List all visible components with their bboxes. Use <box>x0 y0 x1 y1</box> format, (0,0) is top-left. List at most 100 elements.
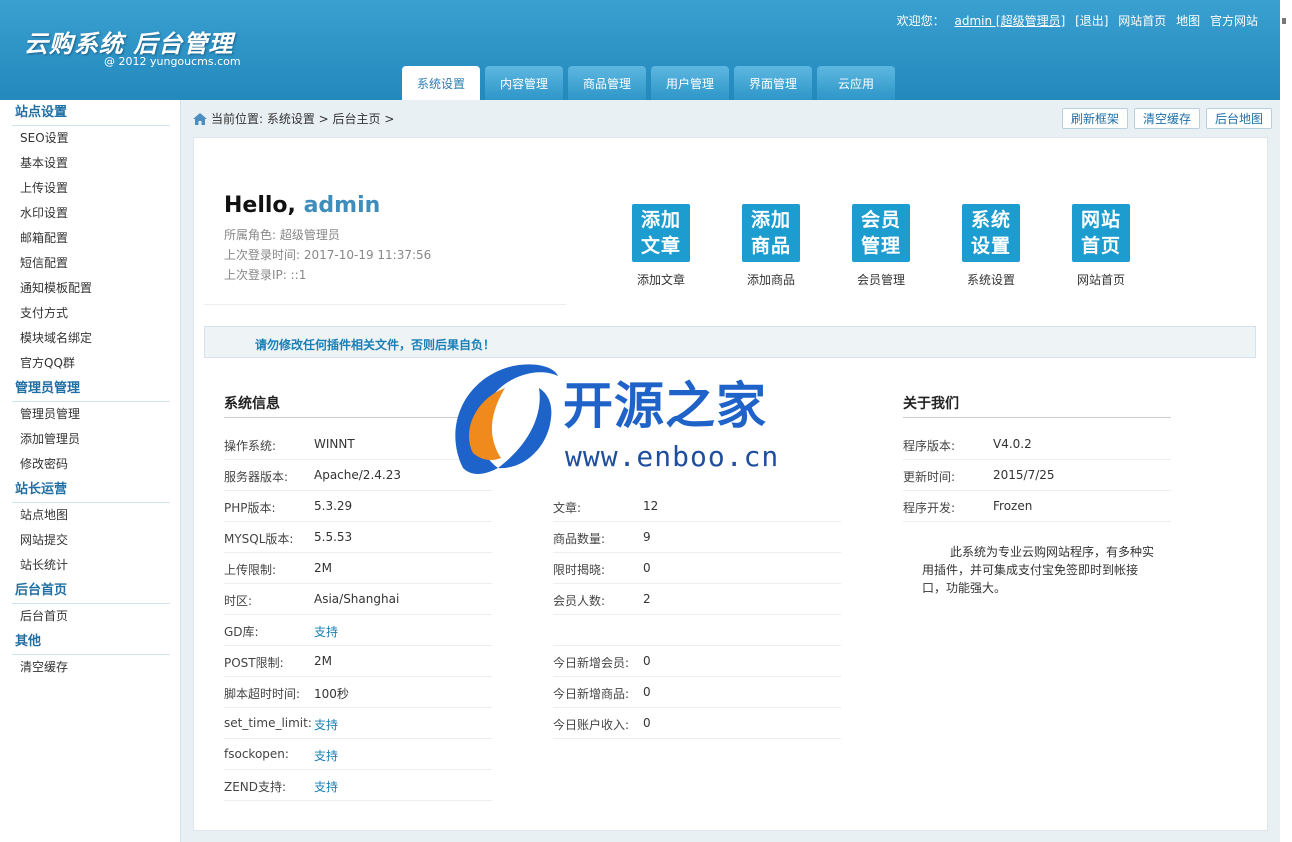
sidebar-item-sms[interactable]: 短信配置 <box>12 251 170 276</box>
sidebar-item-payment[interactable]: 支付方式 <box>12 301 170 326</box>
main-tabs: 系统设置 内容管理 商品管理 用户管理 界面管理 云应用 <box>402 66 900 100</box>
sidebar-item-notify-template[interactable]: 通知模板配置 <box>12 276 170 301</box>
system-settings-icon: 系统 设置 <box>962 204 1020 262</box>
divider <box>204 304 566 305</box>
dashboard-panel: Hello, admin 所属角色: 超级管理员 上次登录时间: 2017-10… <box>193 137 1268 831</box>
sidebar-item-basic[interactable]: 基本设置 <box>12 151 170 176</box>
info-key: 限时揭晓: <box>553 563 606 577</box>
quick-add-goods[interactable]: 添加 商品 添加商品 <box>716 204 826 288</box>
tab-content-management[interactable]: 内容管理 <box>485 66 563 100</box>
hello-username: admin <box>303 193 381 218</box>
info-value: 2M <box>314 561 332 575</box>
info-row: 会员人数: 2 <box>553 583 841 615</box>
info-key: 文章: <box>553 501 582 515</box>
tab-user-management[interactable]: 用户管理 <box>651 66 729 100</box>
quick-label: 网站首页 <box>1076 273 1125 287</box>
logout-link[interactable]: [退出] <box>1075 14 1108 28</box>
sidebar-item-upload[interactable]: 上传设置 <box>12 176 170 201</box>
quick-member-management[interactable]: 会员 管理 会员管理 <box>826 204 936 288</box>
refresh-frame-button[interactable]: 刷新框架 <box>1061 108 1128 129</box>
info-key: GD库: <box>224 625 259 639</box>
info-value: Apache/2.4.23 <box>314 468 401 482</box>
sidebar-head[interactable]: 管理员管理 <box>12 376 170 402</box>
sidebar-item-site-submit[interactable]: 网站提交 <box>12 528 170 553</box>
quick-label: 系统设置 <box>966 273 1015 287</box>
sidebar-head[interactable]: 站长运营 <box>12 477 170 503</box>
app-logo-subtitle: @ 2012 yungoucms.com <box>104 55 241 68</box>
info-key: 脚本超时时间: <box>224 687 301 701</box>
tab-cloud-apps[interactable]: 云应用 <box>817 66 895 100</box>
sidebar-item-email[interactable]: 邮箱配置 <box>12 226 170 251</box>
sidebar-item-site-stats[interactable]: 站长统计 <box>12 553 170 578</box>
app-logo-title: 云购系统 后台管理 <box>24 30 234 58</box>
info-row: GD库: 支持 <box>224 614 492 646</box>
info-row: 今日账户收入: 0 <box>553 707 841 739</box>
sidebar-group-operations: 站长运营 站点地图 网站提交 站长统计 <box>12 477 170 578</box>
sidebar-item-domain-binding[interactable]: 模块域名绑定 <box>12 326 170 351</box>
info-row: 上传限制: 2M <box>224 552 492 584</box>
info-row: fsockopen: 支持 <box>224 738 492 770</box>
sidebar-group-admin: 管理员管理 管理员管理 添加管理员 修改密码 <box>12 376 170 477</box>
window-scrollbar[interactable] <box>1280 0 1292 842</box>
last-login-time: 上次登录时间: 2017-10-19 11:37:56 <box>224 248 432 262</box>
info-key: 操作系统: <box>224 439 277 453</box>
info-row: 程序版本: V4.0.2 <box>903 428 1171 460</box>
sidebar-group-other: 其他 清空缓存 <box>12 629 170 680</box>
sidebar-item-change-password[interactable]: 修改密码 <box>12 452 170 477</box>
user-role: 所属角色: 超级管理员 <box>224 228 340 242</box>
info-key: 会员人数: <box>553 594 606 608</box>
breadcrumb-bar: 当前位置: 系统设置 > 后台主页 > 刷新框架 清空缓存 后台地图 <box>181 100 1280 136</box>
sidebar-item-add-admin[interactable]: 添加管理员 <box>12 427 170 452</box>
info-value: 5.3.29 <box>314 499 353 513</box>
welcome-text: 欢迎您： <box>896 14 945 28</box>
sidebar-item-seo[interactable]: SEO设置 <box>12 126 170 151</box>
info-value: 支持 <box>314 625 339 639</box>
info-row: MYSQL版本: 5.5.53 <box>224 521 492 553</box>
member-management-icon: 会员 管理 <box>852 204 910 262</box>
quick-label: 添加文章 <box>636 273 685 287</box>
info-value: 0 <box>643 716 651 730</box>
sidebar-head[interactable]: 其他 <box>12 629 170 655</box>
info-key: 程序开发: <box>903 501 956 515</box>
sidebar-item-dashboard[interactable]: 后台首页 <box>12 604 170 629</box>
info-row: ZEND支持: 支持 <box>224 769 492 801</box>
site-home-link[interactable]: 网站首页 <box>1118 14 1166 28</box>
current-user-link[interactable]: admin [超级管理员] <box>954 14 1065 28</box>
sidebar-head[interactable]: 后台首页 <box>12 578 170 604</box>
info-value: 支持 <box>314 780 339 794</box>
home-icon <box>193 113 207 128</box>
info-value: 2 <box>643 592 651 606</box>
sidebar-item-admin-manage[interactable]: 管理员管理 <box>12 402 170 427</box>
clear-cache-button[interactable]: 清空缓存 <box>1133 108 1200 129</box>
watermark-swirl-icon <box>455 364 558 474</box>
tab-goods-management[interactable]: 商品管理 <box>568 66 646 100</box>
sidebar-item-qq-group[interactable]: 官方QQ群 <box>12 351 170 376</box>
hello-greeting: Hello, admin <box>224 193 380 218</box>
info-key: 今日账户收入: <box>553 718 630 732</box>
info-value: 支持 <box>314 749 339 763</box>
sidebar-item-watermark[interactable]: 水印设置 <box>12 201 170 226</box>
info-row: 时区: Asia/Shanghai <box>224 583 492 615</box>
official-site-link[interactable]: 官方网站 <box>1210 14 1258 28</box>
top-links: 欢迎您： admin [超级管理员] [退出] 网站首页 地图 官方网站 <box>891 12 1258 29</box>
sidebar-item-clear-cache[interactable]: 清空缓存 <box>12 655 170 680</box>
tab-system-settings[interactable]: 系统设置 <box>402 66 480 100</box>
breadcrumb-actions: 刷新框架 清空缓存 后台地图 <box>1056 108 1272 129</box>
info-row: 今日新增商品: 0 <box>553 676 841 708</box>
info-value: 100秒 <box>314 687 349 701</box>
info-value: 2015/7/25 <box>993 468 1055 482</box>
site-map-link[interactable]: 地图 <box>1176 14 1200 28</box>
info-value: 0 <box>643 654 651 668</box>
info-value: 12 <box>643 499 659 513</box>
sidebar-head[interactable]: 站点设置 <box>12 100 170 126</box>
sidebar-group-dashboard: 后台首页 后台首页 <box>12 578 170 629</box>
hello-text: Hello, <box>224 193 296 218</box>
quick-site-home[interactable]: 网站 首页 网站首页 <box>1046 204 1156 288</box>
quick-system-settings[interactable]: 系统 设置 系统设置 <box>936 204 1046 288</box>
info-row: 更新时间: 2015/7/25 <box>903 459 1171 491</box>
tab-interface-management[interactable]: 界面管理 <box>734 66 812 100</box>
admin-map-button[interactable]: 后台地图 <box>1205 108 1272 129</box>
sidebar-item-sitemap[interactable]: 站点地图 <box>12 503 170 528</box>
site-home-icon: 网站 首页 <box>1072 204 1130 262</box>
quick-add-article[interactable]: 添加 文章 添加文章 <box>606 204 716 288</box>
